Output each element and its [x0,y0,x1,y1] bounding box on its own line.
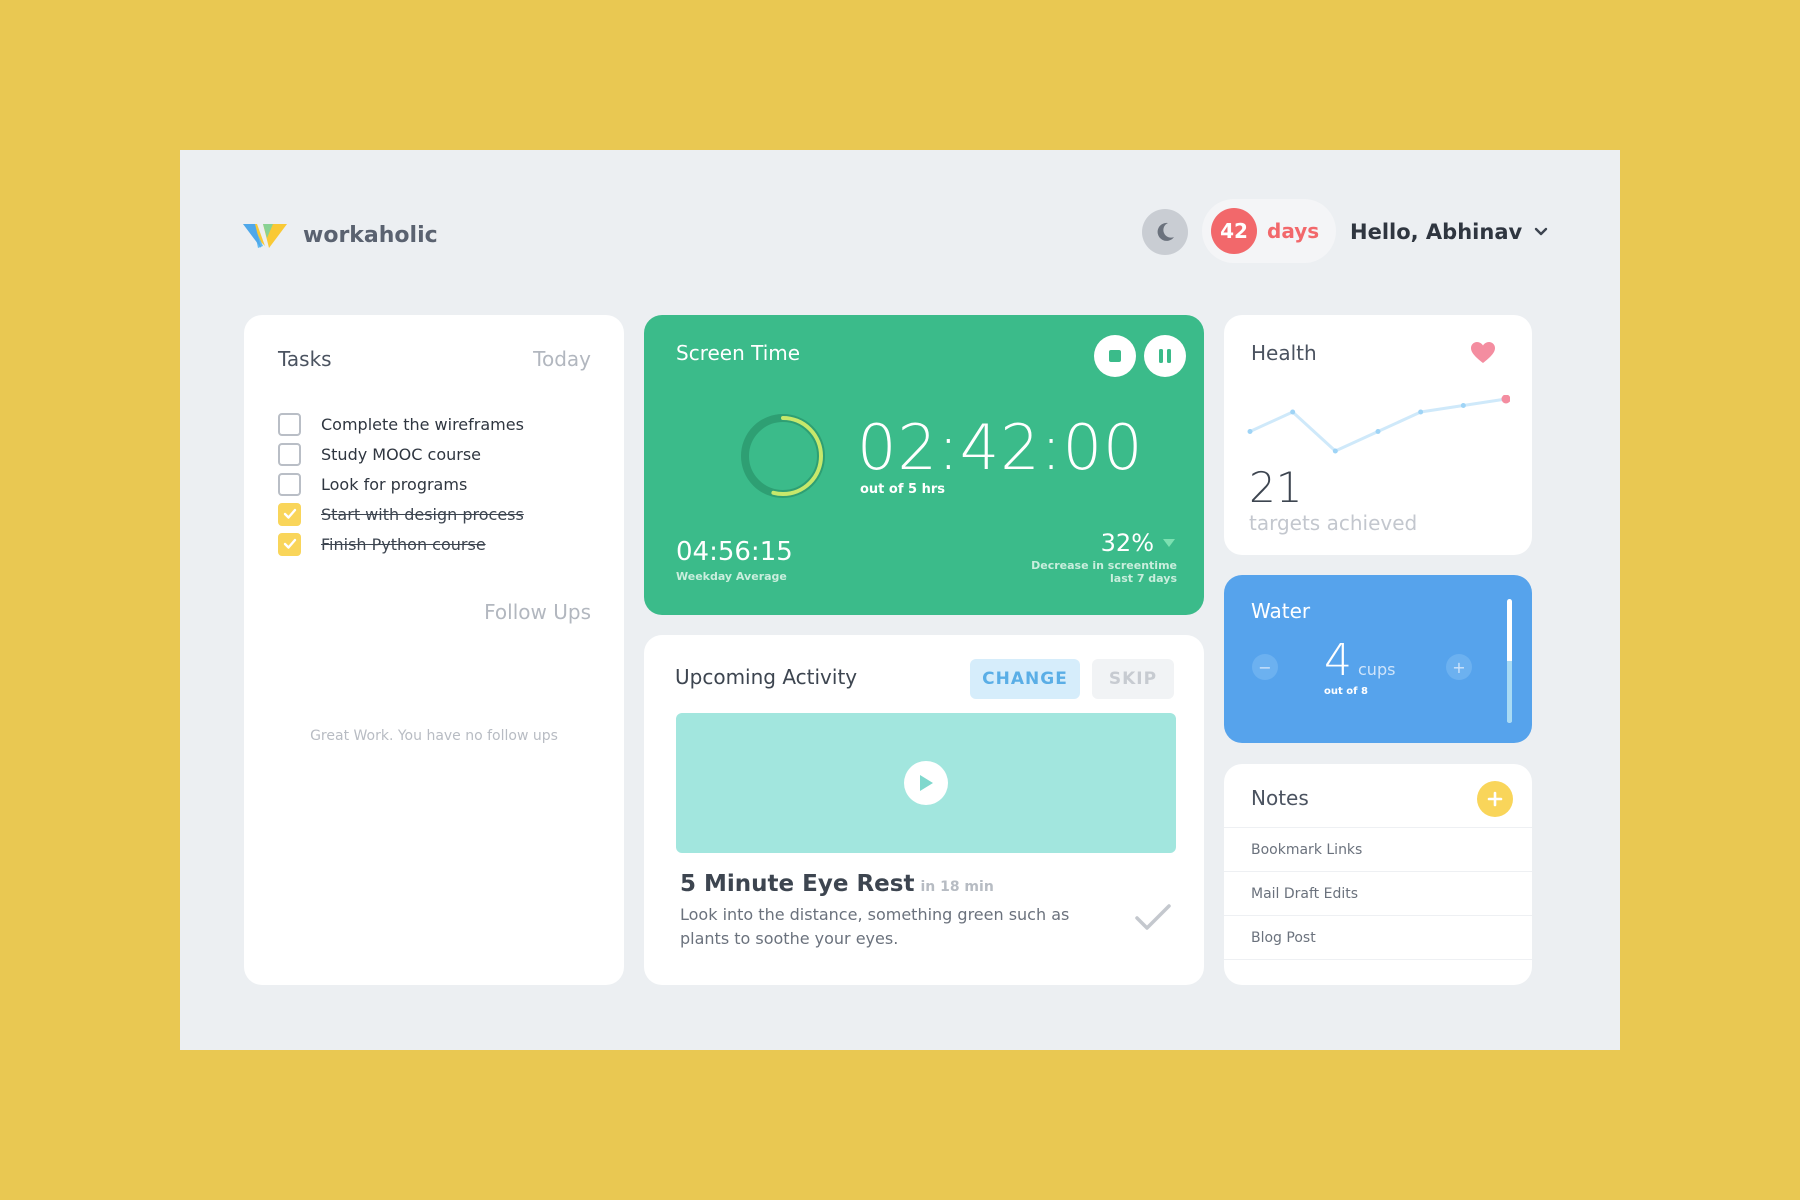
greeting-text: Hello, Abhinav [1350,220,1523,244]
pause-icon [1159,349,1171,363]
notes-list: Bookmark Links Mail Draft Edits Blog Pos… [1224,827,1532,960]
water-title: Water [1251,599,1311,623]
tasks-card: Tasks Today Complete the wireframes Stud… [244,315,624,985]
activity-title: 5 Minute Eye Rest in 18 min [680,871,994,897]
health-targets-count: 21 [1249,463,1303,512]
task-label: Study MOOC course [321,444,482,464]
screen-time-elapsed: 02:42:00 [857,411,1144,484]
add-note-button[interactable] [1477,781,1513,817]
activity-name: 5 Minute Eye Rest [680,871,915,897]
brand-logo[interactable]: workaholic [241,220,438,250]
plus-icon [1487,791,1503,807]
task-checkbox[interactable] [278,412,301,436]
streak-count: 42 [1211,208,1257,254]
trend-point [1332,448,1338,454]
trend-point [1375,429,1381,434]
water-progress-fill [1507,661,1512,723]
followups-title: Follow Ups [484,600,591,624]
user-menu[interactable]: Hello, Abhinav [1350,220,1548,244]
task-list: Complete the wireframes Study MOOC cours… [278,409,524,559]
water-decrease-button[interactable]: − [1252,654,1278,680]
screen-time-change: 32% [1101,529,1176,557]
health-card: Health 21 targets achieved [1224,315,1532,555]
task-item: Start with design process [278,499,524,529]
task-item: Finish Python course [278,529,524,559]
screen-time-change-period: last 7 days [1110,572,1177,585]
note-item[interactable]: Mail Draft Edits [1224,872,1532,916]
notes-title: Notes [1251,786,1309,810]
activity-description: Look into the distance, something green … [680,905,1070,948]
activity-eta: in 18 min [920,879,994,895]
change-activity-button[interactable]: CHANGE [970,659,1080,699]
tasks-title: Tasks [278,347,332,371]
screen-time-limit: out of 5 hrs [860,482,946,497]
stop-button[interactable] [1094,335,1136,377]
screen-time-card: Screen Time 02:42:00 out of 5 hrs 04:56:… [644,315,1204,615]
note-item[interactable]: Blog Post [1224,916,1532,960]
triangle-down-icon [1163,539,1175,547]
trend-point [1460,403,1466,408]
screen-time-title: Screen Time [676,341,801,365]
task-checkbox[interactable] [278,532,301,556]
chevron-down-icon [1534,227,1548,236]
logo-icon [243,224,287,248]
task-label: Look for programs [321,474,468,494]
task-checkbox[interactable] [278,502,301,526]
moon-icon [1157,222,1174,241]
activity-video[interactable] [676,713,1176,853]
theme-toggle-button[interactable] [1142,209,1188,255]
followups-empty-message: Great Work. You have no follow ups [310,728,558,744]
trend-point [1247,429,1253,434]
trend-point [1290,409,1296,415]
screen-time-change-value: 32% [1100,529,1154,557]
weekday-average-label: Weekday Average [676,570,787,583]
check-icon [283,508,296,519]
play-button[interactable] [904,761,948,805]
health-title: Health [1251,341,1317,365]
upcoming-activity-title: Upcoming Activity [675,665,858,689]
weekday-average-value: 04:56:15 [676,537,793,567]
checkmark-icon [1135,904,1171,930]
task-label: Start with design process [321,504,524,524]
dashboard: workaholic 42 days Hello, Abhinav Tasks … [180,150,1620,1050]
screen-time-change-text: Decrease in screentime [1031,559,1177,572]
brand-name: workaholic [303,222,438,248]
health-trend-chart [1247,395,1510,454]
task-label: Finish Python course [321,534,486,554]
pause-button[interactable] [1144,335,1186,377]
task-label: Complete the wireframes [321,414,524,434]
task-checkbox[interactable] [278,472,301,496]
trend-point [1501,395,1510,404]
tasks-filter-today[interactable]: Today [533,347,591,371]
water-cups-unit: cups [1358,660,1396,679]
streak-badge: 42 days [1202,199,1336,263]
complete-activity-button[interactable] [1134,903,1172,937]
stop-icon [1109,350,1121,362]
check-icon [283,538,296,549]
task-item: Study MOOC course [278,439,524,469]
play-icon [920,775,933,791]
health-targets-label: targets achieved [1249,511,1418,535]
water-target-label: out of 8 [1324,686,1368,697]
screen-time-progress-ring [741,414,825,498]
water-card: Water − 4 cups out of 8 + [1224,575,1532,743]
task-item: Look for programs [278,469,524,499]
upcoming-activity-card: Upcoming Activity CHANGE SKIP 5 Minute E… [644,635,1204,985]
notes-card: Notes Bookmark Links Mail Draft Edits Bl… [1224,764,1532,985]
streak-label: days [1267,219,1320,243]
water-progress-bar [1507,599,1512,723]
trend-point [1418,409,1424,415]
skip-activity-button[interactable]: SKIP [1092,659,1174,699]
water-cups-count: 4 [1324,635,1352,686]
heart-icon[interactable] [1470,341,1496,365]
water-increase-button[interactable]: + [1446,654,1472,680]
task-item: Complete the wireframes [278,409,524,439]
screen-time-change-label: Decrease in screentime last 7 days [1031,559,1177,585]
note-item[interactable]: Bookmark Links [1224,828,1532,872]
task-checkbox[interactable] [278,442,301,466]
